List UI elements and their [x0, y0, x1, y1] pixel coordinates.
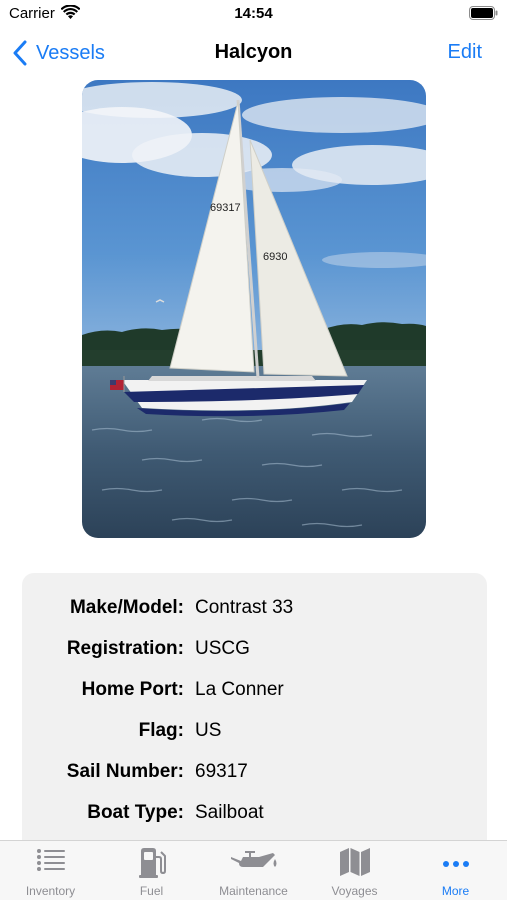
tab-bar: Inventory Fuel Maintenance Voyages More — [0, 840, 507, 900]
edit-button[interactable]: Edit — [448, 41, 482, 64]
tab-label: More — [441, 884, 470, 898]
more-dots-icon — [442, 861, 469, 867]
status-time: 14:54 — [234, 5, 273, 22]
tab-more[interactable]: More — [405, 841, 506, 900]
tab-label: Inventory — [25, 884, 76, 898]
detail-row-registration: Registration: USCG — [22, 638, 487, 664]
detail-value: Contrast 33 — [195, 597, 294, 618]
tab-label: Maintenance — [219, 884, 288, 898]
detail-label: Make/Model: — [69, 597, 184, 618]
oil-can-icon — [230, 851, 276, 867]
vessel-photo: 69317 6930 — [82, 80, 426, 538]
detail-row-flag: Flag: US — [22, 720, 487, 746]
navigation-bar: Vessels Halcyon Edit — [0, 30, 507, 76]
detail-value: USCG — [195, 638, 250, 659]
status-bar: Carrier 14:54 — [0, 0, 507, 30]
tab-fuel[interactable]: Fuel — [101, 841, 202, 900]
detail-label: Registration: — [66, 638, 184, 659]
detail-value: La Conner — [195, 679, 284, 700]
tab-label: Voyages — [331, 884, 378, 898]
detail-row-boat-type: Boat Type: Sailboat — [22, 802, 487, 828]
detail-value: Sailboat — [195, 802, 264, 823]
detail-label: Flag: — [138, 720, 184, 741]
detail-label: Sail Number: — [66, 761, 184, 782]
detail-value: 69317 — [195, 761, 248, 782]
detail-row-sail-number: Sail Number: 69317 — [22, 761, 487, 787]
vessel-details-card: Make/Model: Contrast 33 Registration: US… — [22, 573, 487, 853]
detail-value: US — [195, 720, 222, 741]
tab-maintenance[interactable]: Maintenance — [203, 841, 304, 900]
tab-voyages[interactable]: Voyages — [304, 841, 405, 900]
battery-icon — [469, 6, 498, 20]
detail-label: Home Port: — [81, 679, 184, 700]
detail-label: Boat Type: — [87, 802, 184, 823]
sail-number-text-2: 6930 — [263, 251, 287, 263]
detail-row-home-port: Home Port: La Conner — [22, 679, 487, 705]
tab-label: Fuel — [139, 884, 164, 898]
list-icon — [36, 849, 65, 871]
map-icon — [339, 848, 370, 876]
fuel-pump-icon — [138, 848, 166, 878]
sail-number-text: 69317 — [210, 202, 241, 214]
page-title: Halcyon — [214, 41, 293, 63]
tab-inventory[interactable]: Inventory — [0, 841, 101, 900]
detail-row-make-model: Make/Model: Contrast 33 — [22, 597, 487, 623]
